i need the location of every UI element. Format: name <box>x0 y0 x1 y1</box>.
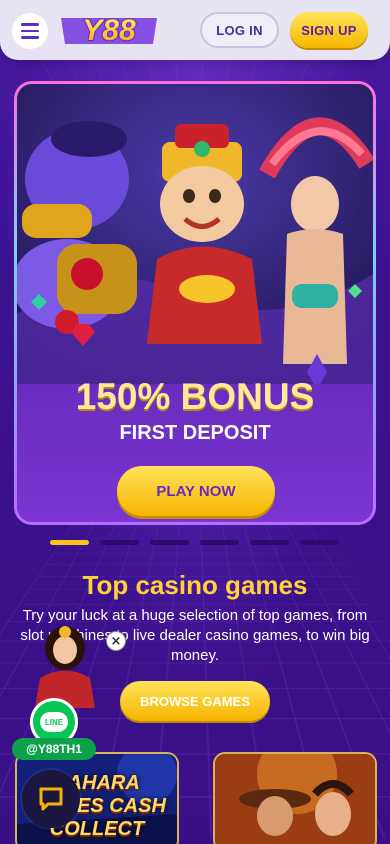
browse-games-button[interactable]: BROWSE GAMES <box>120 681 270 721</box>
carousel-pager <box>50 540 339 545</box>
menu-line <box>21 29 39 33</box>
chat-bubble-icon <box>39 787 63 811</box>
play-now-button[interactable]: PLAY NOW <box>117 466 275 516</box>
pager-dot[interactable] <box>250 540 289 545</box>
pager-dot[interactable] <box>100 540 139 545</box>
menu-line <box>21 36 39 39</box>
game-card-western[interactable] <box>213 752 377 844</box>
promo-banner[interactable]: 150% BONUS FIRST DEPOSIT PLAY NOW <box>14 81 376 525</box>
banner-illustration <box>17 84 373 384</box>
close-promo-icon[interactable]: × <box>106 631 126 651</box>
y88-logo[interactable]: Y88 <box>57 10 161 50</box>
western-game-artwork <box>215 754 375 844</box>
pager-dot[interactable] <box>150 540 189 545</box>
top-header: Y88 LOG IN SIGN UP <box>0 0 390 60</box>
pager-dot[interactable] <box>200 540 239 545</box>
logo-text: Y88 <box>82 14 136 47</box>
pager-dot[interactable] <box>300 540 339 545</box>
hamburger-menu-icon[interactable] <box>12 13 48 49</box>
bonus-subheadline: FIRST DEPOSIT <box>119 422 271 444</box>
line-handle-label[interactable]: @Y88TH1 <box>12 738 96 760</box>
pager-dot-active[interactable] <box>50 540 89 545</box>
menu-line <box>21 23 39 26</box>
live-chat-button[interactable] <box>22 770 80 828</box>
signup-button[interactable]: SIGN UP <box>290 12 368 48</box>
promo-character-image[interactable] <box>20 618 110 708</box>
section-title: Top casino games <box>82 570 308 600</box>
line-icon: LINE <box>40 712 68 732</box>
login-button[interactable]: LOG IN <box>200 12 279 48</box>
bonus-headline: 150% BONUS <box>75 376 315 417</box>
